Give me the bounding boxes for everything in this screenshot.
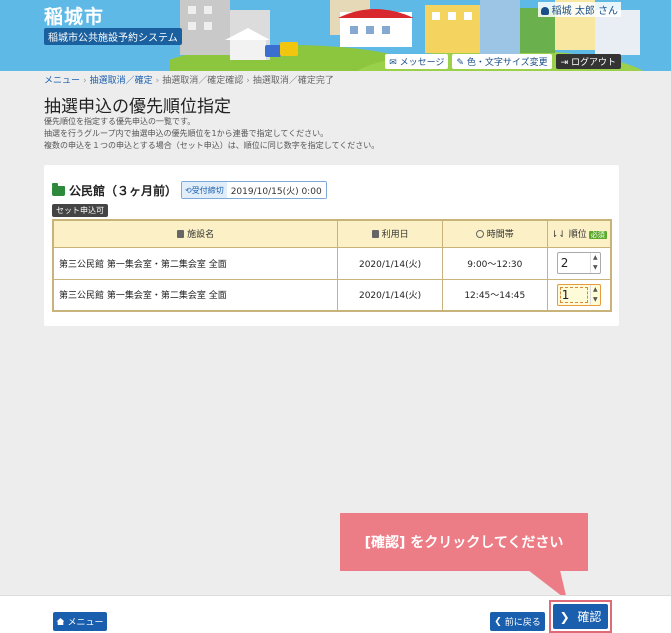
time-cell: 12:45～14:45 <box>441 278 548 312</box>
building-icon <box>177 230 185 239</box>
stepper-arrows[interactable]: ▲ ▼ <box>589 253 600 273</box>
stepper-arrows[interactable]: ▲ ▼ <box>589 284 600 305</box>
message-link[interactable]: ✉ メッセージ <box>385 54 449 69</box>
breadcrumb-complete: 抽選取消／確定完了 <box>252 76 334 86</box>
breadcrumb-lottery-cancel[interactable]: 抽選取消／確定 <box>90 76 153 86</box>
facility-heading: 公民館（３ヶ月前） <box>52 182 177 199</box>
system-name: 稲城市公共施設予約システム <box>44 28 182 45</box>
back-button[interactable]: ❮ 前に戻る <box>490 612 545 631</box>
col-rank: ⇂⇃ 順位 必須 <box>546 219 612 248</box>
header-links: ✉ メッセージ ✎ 色・文字サイズ変更 ⇥ ログアウト <box>385 54 621 69</box>
rank-cell: 1 ▲ ▼ <box>546 278 612 312</box>
logout-button[interactable]: ⇥ ログアウト <box>555 54 621 69</box>
col-facility-label: 施設名 <box>187 230 215 241</box>
rank-value[interactable]: 2 <box>558 253 590 273</box>
desc-line: 優先順位を指定する優先申込の一覧です。 <box>44 117 196 126</box>
arrow-up-icon[interactable]: ▲ <box>593 255 598 261</box>
breadcrumb-menu[interactable]: メニュー <box>44 76 80 86</box>
col-facility: 施設名 <box>52 219 339 248</box>
chevron-right-icon: ❯ <box>559 609 570 624</box>
breadcrumb-confirm: 抽選取消／確定確認 <box>162 76 244 86</box>
required-badge: 必須 <box>588 231 607 240</box>
message-label: メッセージ <box>399 58 445 68</box>
table-header-row: 施設名 利用日 時間帯 ⇂⇃ 順位 必須 <box>52 219 612 248</box>
facility-name: 公民館（３ヶ月前） <box>69 184 178 198</box>
user-name: 稲城 太郎 さん <box>551 6 618 17</box>
arrow-down-icon[interactable]: ▼ <box>593 265 598 271</box>
menu-button[interactable]: メニュー <box>53 612 107 631</box>
rank-stepper[interactable]: 1 ▲ ▼ <box>556 283 601 306</box>
facility-cell: 第三公民館 第一集会室・第二集会室 全面 <box>52 246 339 280</box>
rank-value[interactable]: 1 <box>559 286 588 303</box>
page-title: 抽選申込の優先順位指定 <box>44 97 231 117</box>
date-cell: 2020/1/14(火) <box>337 246 443 280</box>
priority-table: 施設名 利用日 時間帯 ⇂⇃ 順位 必須 第三公民館 第一集会室・第二集会室 全面… <box>52 219 612 312</box>
user-info[interactable]: 稲城 太郎 さん <box>537 2 621 17</box>
confirm-button-label: 確認 <box>577 610 602 624</box>
folder-open-icon <box>52 182 65 196</box>
chevron-left-icon: ❮ <box>494 616 502 627</box>
table-row: 第三公民館 第一集会室・第二集会室 全面 2020/1/14(火) 9:00～1… <box>52 246 612 280</box>
page-description: 優先順位を指定する優先申込の一覧です。 抽選を行うグループ内で抽選申込の優先順位… <box>44 116 379 152</box>
facility-cell: 第三公民館 第一集会室・第二集会室 全面 <box>52 278 339 312</box>
calendar-icon <box>371 230 379 239</box>
deadline-label-text: 受付締切 <box>191 185 224 195</box>
deadline-box: ⟲ 受付締切 2019/10/15(火) 0:00 <box>181 181 327 199</box>
back-button-label: 前に戻る <box>504 618 541 628</box>
home-icon <box>56 618 65 625</box>
header: 稲城市 稲城市公共施設予約システム 稲城 太郎 さん ✉ メッセージ ✎ 色・文… <box>0 0 671 71</box>
clock-icon <box>475 230 484 239</box>
user-icon <box>540 7 549 15</box>
color-size-label: 色・文字サイズ変更 <box>466 58 548 68</box>
arrow-up-icon[interactable]: ▲ <box>593 286 598 293</box>
col-date-label: 利用日 <box>381 230 409 241</box>
menu-button-label: メニュー <box>67 618 104 628</box>
deadline-value: 2019/10/15(火) 0:00 <box>226 182 326 198</box>
city-name: 稲城市 <box>44 6 105 28</box>
sort-icon: ⇂⇃ <box>550 230 566 241</box>
instruction-callout: [確認] をクリックしてください <box>340 513 588 571</box>
table-row: 第三公民館 第一集会室・第二集会室 全面 2020/1/14(火) 12:45～… <box>52 278 612 312</box>
col-rank-label: 順位 <box>568 230 587 241</box>
set-application-badge: セット申込可 <box>52 204 108 217</box>
desc-line: 抽選を行うグループ内で抽選申込の優先順位を1から連番で指定してください。 <box>44 129 329 138</box>
priority-panel: 公民館（３ヶ月前） ⟲ 受付締切 2019/10/15(火) 0:00 セット申… <box>44 165 619 326</box>
col-time: 時間帯 <box>441 219 548 248</box>
date-cell: 2020/1/14(火) <box>337 278 443 312</box>
confirm-button[interactable]: ❯ 確認 <box>553 604 608 629</box>
time-cell: 9:00～12:30 <box>441 246 548 280</box>
color-size-link[interactable]: ✎ 色・文字サイズ変更 <box>452 54 552 69</box>
rank-cell: 2 ▲ ▼ <box>546 246 612 280</box>
arrow-down-icon[interactable]: ▼ <box>593 296 598 303</box>
logout-label: ログアウト <box>570 58 616 68</box>
col-date: 利用日 <box>337 219 443 248</box>
rank-stepper[interactable]: 2 ▲ ▼ <box>556 252 601 274</box>
desc-line: 複数の申込を１つの申込とする場合（セット申込）は、順位に同じ数字を指定してくださ… <box>44 141 380 150</box>
col-time-label: 時間帯 <box>486 230 514 241</box>
breadcrumb: メニュー › 抽選取消／確定 › 抽選取消／確定確認 › 抽選取消／確定完了 <box>44 76 334 86</box>
deadline-label: ⟲ 受付締切 <box>182 182 227 198</box>
confirm-highlight: ❯ 確認 <box>549 600 612 633</box>
